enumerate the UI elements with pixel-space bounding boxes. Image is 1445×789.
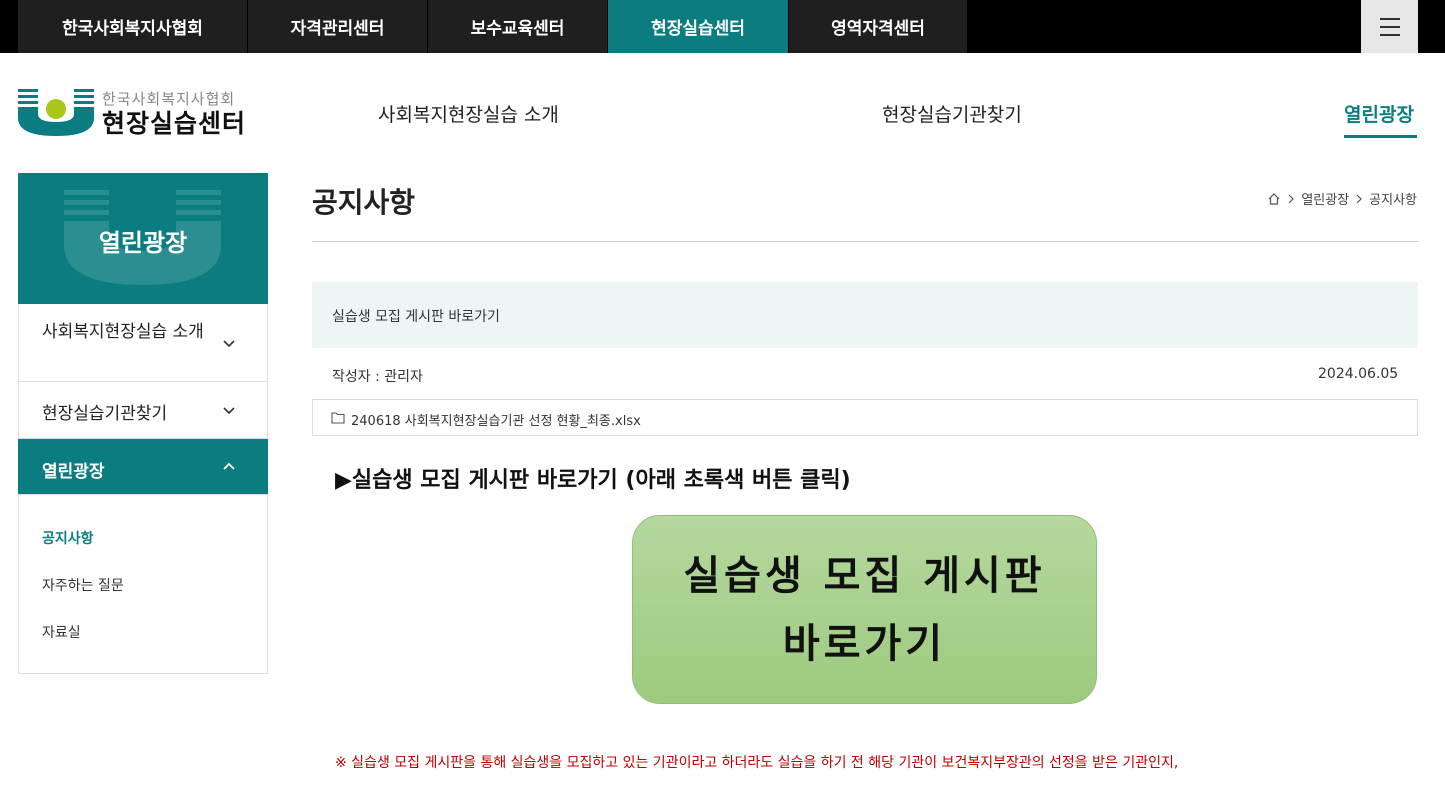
site-logo[interactable]: 한국사회복지사협회 현장실습센터 xyxy=(18,88,268,138)
button-line-2: 바로가기 xyxy=(782,620,947,667)
sidebar-header: 열린광장 xyxy=(18,173,268,304)
attachment-file-link[interactable]: 240618 사회복지현장실습기관 선정 현황_최종.xlsx xyxy=(351,410,641,429)
gnb-item-find-institution[interactable]: 현장실습기관찾기 xyxy=(882,100,1022,127)
chevron-down-icon xyxy=(223,340,235,348)
site-nav-item-qualification[interactable]: 자격관리센터 xyxy=(248,0,428,53)
breadcrumb-item[interactable]: 열린광장 xyxy=(1301,189,1349,208)
post-body-heading: ▶실습생 모집 게시판 바로가기 (아래 초록색 버튼 클릭) xyxy=(335,468,851,493)
sidebar-item-label: 사회복지현장실습 소개 xyxy=(42,322,204,342)
home-icon[interactable] xyxy=(1267,192,1281,206)
sidebar-sub-item-faq[interactable]: 자주하는 질문 xyxy=(42,575,124,595)
folder-icon xyxy=(331,412,345,424)
top-site-bar: 한국사회복지사협회 자격관리센터 보수교육센터 현장실습센터 영역자격센터 xyxy=(0,0,1445,53)
gnb-item-intro[interactable]: 사회복지현장실습 소개 xyxy=(378,100,559,127)
sidebar-sub-item-notice[interactable]: 공지사항 xyxy=(42,528,94,548)
sidebar-item-intro[interactable]: 사회복지현장실습 소개 xyxy=(19,304,267,382)
chevron-right-icon xyxy=(1356,194,1363,203)
button-line-1: 실습생 모집 게시판 xyxy=(683,552,1046,599)
post-date: 2024.06.05 xyxy=(1318,366,1399,382)
chevron-up-icon xyxy=(223,462,235,470)
site-nav-item-kasw[interactable]: 한국사회복지사협회 xyxy=(18,0,248,53)
breadcrumb: 열린광장 공지사항 xyxy=(1267,189,1417,208)
site-nav-item-education[interactable]: 보수교육센터 xyxy=(428,0,608,53)
title-divider xyxy=(312,241,1418,242)
recruitment-board-button[interactable]: 실습생 모집 게시판 바로가기 xyxy=(632,515,1097,704)
post-title-bar: 실습생 모집 게시판 바로가기 xyxy=(312,282,1418,348)
gnb-active-indicator xyxy=(1344,135,1417,138)
site-nav-item-field-qualification[interactable]: 영역자격센터 xyxy=(789,0,968,53)
menu-icon[interactable] xyxy=(1361,0,1418,53)
sidebar-item-find-institution[interactable]: 현장실습기관찾기 xyxy=(19,382,267,439)
chevron-right-icon xyxy=(1288,194,1295,203)
site-nav: 한국사회복지사협회 자격관리센터 보수교육센터 현장실습센터 영역자격센터 xyxy=(18,0,968,53)
post-author: 작성자 : 관리자 xyxy=(332,369,423,385)
gnb-item-open-square[interactable]: 열린광장 xyxy=(1344,100,1414,127)
breadcrumb-item-current: 공지사항 xyxy=(1369,193,1417,208)
sidebar-item-label: 열린광장 xyxy=(42,462,105,482)
sidebar-sub-item-resources[interactable]: 자료실 xyxy=(42,622,81,642)
attachment-row: 240618 사회복지현장실습기관 선정 현황_최종.xlsx xyxy=(312,399,1418,436)
chevron-down-icon xyxy=(223,407,235,415)
page-title: 공지사항 xyxy=(312,186,416,219)
sidebar-title: 열린광장 xyxy=(98,229,188,257)
post-notice-text: ※ 실습생 모집 게시판을 통해 실습생을 모집하고 있는 기관이라고 하더라도… xyxy=(335,755,1179,771)
logo-emblem xyxy=(18,89,94,136)
sidebar-item-open-square[interactable]: 열린광장 xyxy=(18,439,268,495)
sidebar-menu: 사회복지현장실습 소개 현장실습기관찾기 열린광장 공지사항 자주하는 질문 자… xyxy=(18,304,268,674)
sidebar-item-label: 현장실습기관찾기 xyxy=(42,404,168,424)
site-nav-item-practicum[interactable]: 현장실습센터 xyxy=(608,0,789,53)
logo-center-name: 현장실습센터 xyxy=(102,109,247,138)
post-title: 실습생 모집 게시판 바로가기 xyxy=(332,309,500,325)
